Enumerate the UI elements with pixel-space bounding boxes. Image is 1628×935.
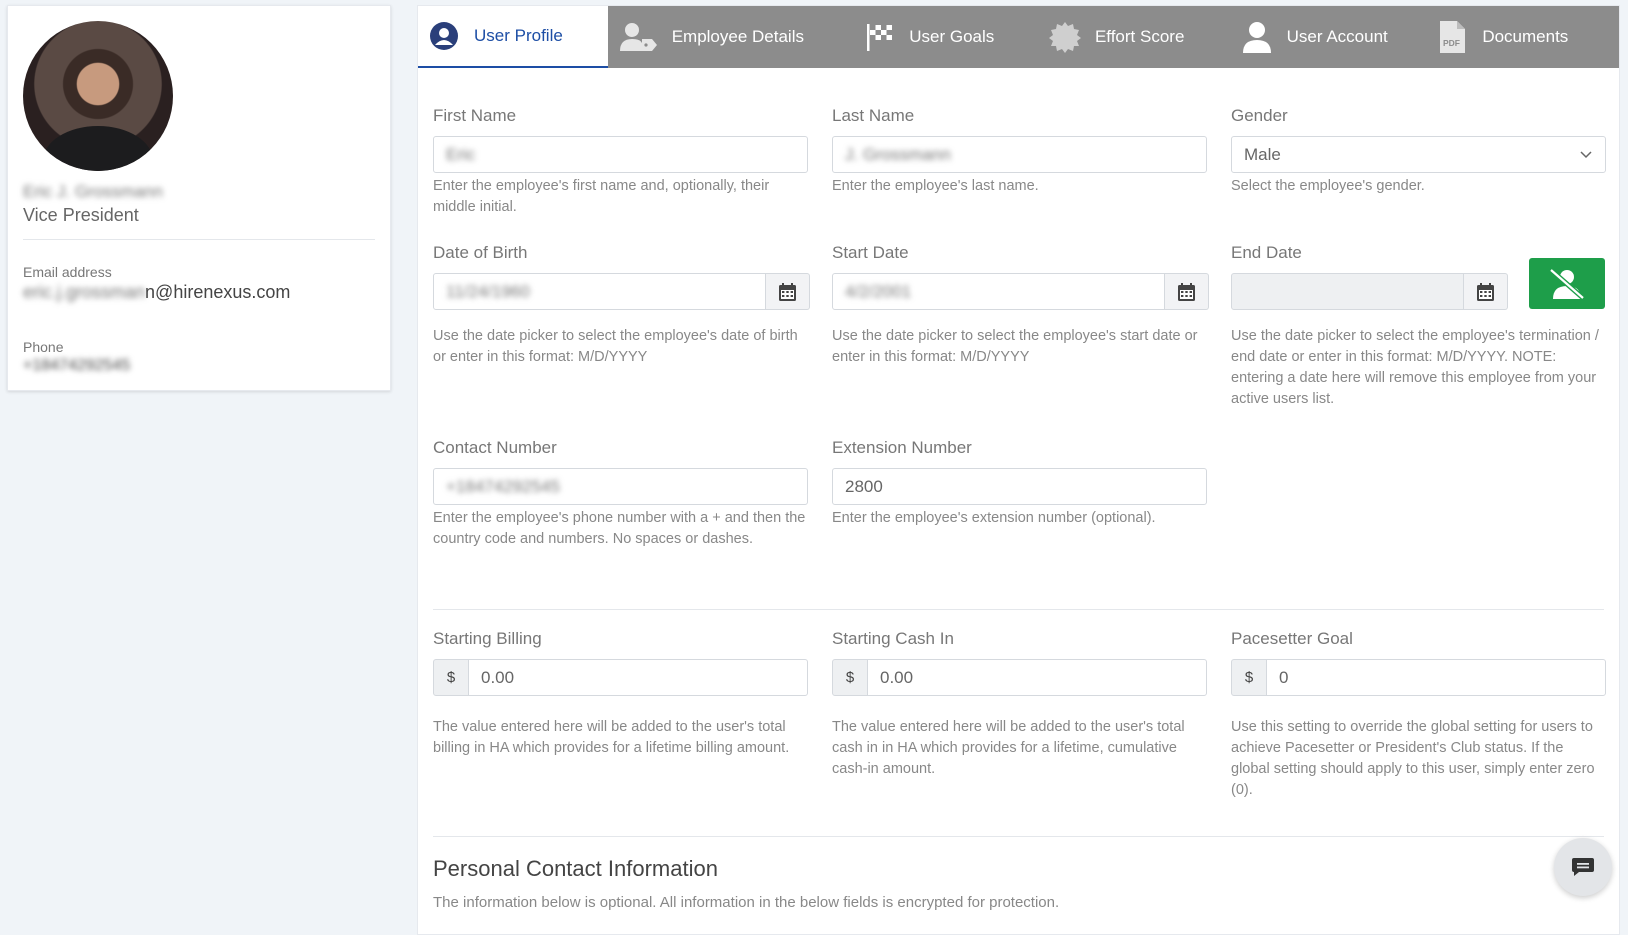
badge-icon bbox=[1048, 21, 1081, 53]
tab-user-account[interactable]: User Account bbox=[1231, 6, 1427, 68]
cash-in-help: The value entered here will be added to … bbox=[832, 719, 1185, 777]
dob-input[interactable]: 11/24/1960 bbox=[433, 273, 766, 310]
cash-in-currency-addon: $ bbox=[832, 659, 868, 696]
cash-in-value: 0.00 bbox=[880, 668, 914, 687]
last-name-help: Enter the employee's last name. bbox=[832, 178, 1039, 194]
last-name-value: J. Grossmann bbox=[845, 145, 951, 164]
tab-label: Effort Score bbox=[1094, 27, 1185, 46]
user-circle-icon bbox=[428, 20, 460, 52]
first-name-label: First Name bbox=[433, 106, 517, 125]
last-name-label: Last Name bbox=[832, 106, 915, 125]
tab-label: User Profile bbox=[474, 26, 563, 45]
pacesetter-currency-addon: $ bbox=[1231, 659, 1267, 696]
email-domain: n@hirenexus.com bbox=[145, 282, 291, 302]
pacesetter-label: Pacesetter Goal bbox=[1231, 629, 1353, 648]
dob-calendar-button[interactable] bbox=[766, 273, 810, 310]
end-date-calendar-button[interactable] bbox=[1464, 273, 1508, 310]
user-tag-icon bbox=[618, 21, 658, 53]
pacesetter-help: Use this setting to override the global … bbox=[1231, 719, 1595, 798]
chevron-down-icon bbox=[1579, 146, 1593, 166]
gender-label: Gender bbox=[1231, 106, 1288, 125]
cash-in-label: Starting Cash In bbox=[832, 629, 954, 648]
gender-select[interactable]: Male bbox=[1231, 136, 1606, 173]
chat-button[interactable] bbox=[1554, 838, 1612, 896]
section-title: Personal Contact Information bbox=[433, 856, 718, 881]
pacesetter-input[interactable]: 0 bbox=[1266, 659, 1606, 696]
profile-card: Eric J. Grossmann Vice President Email a… bbox=[7, 5, 391, 391]
chat-icon bbox=[1572, 858, 1594, 876]
divider bbox=[433, 836, 1604, 837]
billing-input[interactable]: 0.00 bbox=[468, 659, 808, 696]
contact-input[interactable]: +18474292545 bbox=[433, 468, 808, 505]
user-slash-icon bbox=[1549, 267, 1585, 300]
svg-text:PDF: PDF bbox=[1443, 38, 1460, 48]
extension-help: Enter the employee's extension number (o… bbox=[832, 510, 1156, 526]
tab-user-goals[interactable]: User Goals bbox=[853, 6, 1039, 68]
billing-currency-addon: $ bbox=[433, 659, 469, 696]
end-date-help: Use the date picker to select the employ… bbox=[1231, 328, 1599, 407]
gender-help: Select the employee's gender. bbox=[1231, 178, 1425, 194]
first-name-input[interactable]: Eric bbox=[433, 136, 808, 173]
email-value[interactable]: eric.j.grossmann@hirenexus.com bbox=[23, 282, 290, 303]
first-name-value: Eric bbox=[446, 145, 476, 164]
profile-title: Vice President bbox=[23, 205, 139, 225]
billing-help: The value entered here will be added to … bbox=[433, 719, 790, 756]
start-date-input[interactable]: 4/2/2001 bbox=[832, 273, 1165, 310]
tab-effort-score[interactable]: Effort Score bbox=[1039, 6, 1231, 68]
calendar-icon bbox=[1477, 282, 1494, 301]
contact-label: Contact Number bbox=[433, 438, 557, 457]
last-name-input[interactable]: J. Grossmann bbox=[832, 136, 1207, 173]
tab-documents[interactable]: PDF Documents bbox=[1426, 6, 1619, 68]
phone-label: Phone bbox=[23, 339, 64, 355]
tab-label: User Account bbox=[1286, 27, 1388, 46]
contact-value: +18474292545 bbox=[446, 477, 560, 496]
contact-help: Enter the employee's phone number with a… bbox=[433, 510, 806, 547]
section-subtitle: The information below is optional. All i… bbox=[433, 894, 1060, 911]
dob-label: Date of Birth bbox=[433, 243, 528, 262]
dob-help: Use the date picker to select the employ… bbox=[433, 328, 798, 365]
user-icon bbox=[1241, 21, 1273, 53]
billing-value: 0.00 bbox=[481, 668, 515, 687]
first-name-help: Enter the employee's first name and, opt… bbox=[433, 178, 770, 215]
extension-input[interactable]: 2800 bbox=[832, 468, 1207, 505]
end-date-remove-user-button[interactable] bbox=[1529, 258, 1605, 309]
start-date-help: Use the date picker to select the employ… bbox=[832, 328, 1198, 365]
end-date-label: End Date bbox=[1231, 243, 1302, 262]
profile-name: Eric J. Grossmann bbox=[23, 182, 163, 201]
tab-employee-details[interactable]: Employee Details bbox=[608, 6, 854, 68]
extension-value: 2800 bbox=[845, 477, 883, 496]
billing-label: Starting Billing bbox=[433, 629, 542, 648]
email-label: Email address bbox=[23, 264, 112, 280]
phone-value[interactable]: +18474292545 bbox=[23, 357, 130, 375]
pacesetter-value: 0 bbox=[1279, 668, 1289, 687]
tab-user-profile[interactable]: User Profile bbox=[418, 6, 608, 68]
end-date-input[interactable] bbox=[1231, 273, 1464, 310]
divider bbox=[433, 609, 1604, 610]
profile-divider bbox=[23, 239, 375, 240]
tab-label: Documents bbox=[1482, 27, 1569, 46]
main-panel: User Profile Employee Details User Goals… bbox=[417, 5, 1620, 935]
dob-value: 11/24/1960 bbox=[446, 282, 530, 301]
email-user: eric.j.grossman bbox=[23, 282, 146, 302]
gender-value: Male bbox=[1244, 145, 1281, 164]
tab-label: User Goals bbox=[909, 27, 995, 46]
cash-in-input[interactable]: 0.00 bbox=[867, 659, 1207, 696]
pdf-file-icon: PDF bbox=[1436, 21, 1468, 53]
start-date-value: 4/2/2001 bbox=[845, 282, 912, 301]
tab-label: Employee Details bbox=[671, 27, 804, 46]
start-date-label: Start Date bbox=[832, 243, 909, 262]
calendar-icon bbox=[1178, 282, 1195, 301]
flag-checkered-icon bbox=[863, 21, 895, 53]
avatar bbox=[23, 21, 173, 171]
start-date-calendar-button[interactable] bbox=[1165, 273, 1209, 310]
extension-label: Extension Number bbox=[832, 438, 972, 457]
tab-bar: User Profile Employee Details User Goals… bbox=[418, 6, 1619, 68]
calendar-icon bbox=[779, 282, 796, 301]
